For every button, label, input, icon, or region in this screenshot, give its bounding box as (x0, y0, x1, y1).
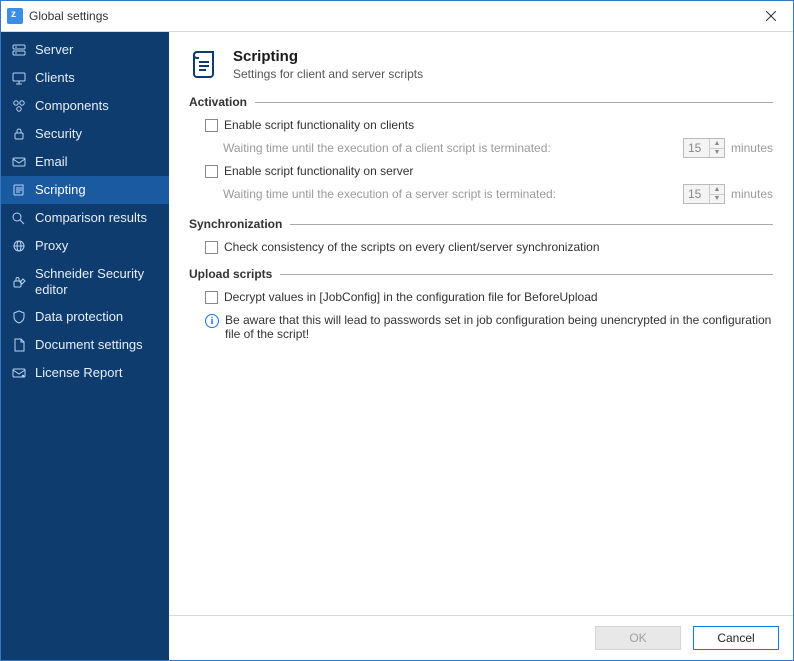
group-header-synchronization: Synchronization (189, 217, 773, 231)
sidebar-item-label: Schneider Security editor (35, 266, 159, 297)
shield-icon (11, 309, 27, 325)
spinner-down-icon[interactable]: ▼ (710, 149, 724, 158)
close-icon (766, 11, 776, 21)
button-label: OK (629, 631, 646, 645)
spinner-client-wait-time[interactable]: 15 ▲ ▼ (683, 138, 725, 158)
sidebar-item-email[interactable]: Email (1, 148, 169, 176)
checkbox-check-consistency[interactable] (205, 241, 218, 254)
row-check-consistency: Check consistency of the scripts on ever… (189, 237, 773, 257)
lock-edit-icon (11, 274, 27, 290)
sidebar-item-label: License Report (35, 365, 159, 381)
checkbox-label: Enable script functionality on clients (224, 118, 414, 132)
titlebar: Global settings (1, 1, 793, 32)
sidebar-item-clients[interactable]: Clients (1, 64, 169, 92)
units-label: minutes (731, 187, 773, 201)
sidebar-item-components[interactable]: Components (1, 92, 169, 120)
sidebar-item-label: Clients (35, 70, 159, 86)
group-label: Synchronization (189, 217, 282, 231)
checkbox-label: Decrypt values in [JobConfig] in the con… (224, 290, 598, 304)
sidebar-item-server[interactable]: Server (1, 36, 169, 64)
group-divider (280, 274, 773, 275)
page-title: Scripting (233, 48, 423, 65)
group-label: Activation (189, 95, 247, 109)
info-icon: i (205, 314, 219, 328)
spinner-up-icon[interactable]: ▲ (710, 185, 724, 195)
close-button[interactable] (749, 1, 793, 31)
spinner-down-icon[interactable]: ▼ (710, 195, 724, 204)
content-area: Scripting Settings for client and server… (169, 32, 793, 615)
wait-label: Waiting time until the execution of a se… (223, 187, 556, 201)
sidebar-item-proxy[interactable]: Proxy (1, 232, 169, 260)
row-decrypt-values: Decrypt values in [JobConfig] in the con… (189, 287, 773, 307)
compare-icon (11, 210, 27, 226)
sidebar: Server Clients Components Security (1, 32, 169, 660)
page-header: Scripting Settings for client and server… (189, 48, 773, 81)
group-label: Upload scripts (189, 267, 272, 281)
sidebar-item-label: Security (35, 126, 159, 142)
sidebar-item-label: Data protection (35, 309, 159, 325)
scripting-page-icon (189, 48, 221, 80)
sidebar-item-label: Scripting (35, 182, 159, 198)
sidebar-item-label: Email (35, 154, 159, 170)
document-icon (11, 337, 27, 353)
row-enable-client-scripts: Enable script functionality on clients (189, 115, 773, 135)
row-server-wait-time: Waiting time until the execution of a se… (189, 181, 773, 207)
sidebar-item-security[interactable]: Security (1, 120, 169, 148)
app-icon (7, 8, 23, 24)
sidebar-item-document-settings[interactable]: Document settings (1, 331, 169, 359)
sidebar-item-scripting[interactable]: Scripting (1, 176, 169, 204)
script-icon (11, 182, 27, 198)
window-title: Global settings (29, 9, 108, 23)
wait-label: Waiting time until the execution of a cl… (223, 141, 551, 155)
sidebar-item-label: Comparison results (35, 210, 159, 226)
sidebar-item-label: Proxy (35, 238, 159, 254)
page-subtitle: Settings for client and server scripts (233, 67, 423, 81)
checkbox-enable-client-scripts[interactable] (205, 119, 218, 132)
group-header-activation: Activation (189, 95, 773, 109)
sidebar-item-license-report[interactable]: License Report (1, 359, 169, 387)
group-divider (255, 102, 773, 103)
mail-icon (11, 154, 27, 170)
spinner-server-wait-time[interactable]: 15 ▲ ▼ (683, 184, 725, 204)
monitor-icon (11, 70, 27, 86)
report-icon (11, 365, 27, 381)
sidebar-item-label: Components (35, 98, 159, 114)
global-settings-window: Global settings Server Clients (0, 0, 794, 661)
sidebar-item-label: Server (35, 42, 159, 58)
ok-button[interactable]: OK (595, 626, 681, 650)
row-client-wait-time: Waiting time until the execution of a cl… (189, 135, 773, 161)
main-panel: Scripting Settings for client and server… (169, 32, 793, 660)
sidebar-item-schneider-security-editor[interactable]: Schneider Security editor (1, 260, 169, 303)
sidebar-item-data-protection[interactable]: Data protection (1, 303, 169, 331)
info-message: Be aware that this will lead to password… (225, 313, 773, 341)
group-header-upload-scripts: Upload scripts (189, 267, 773, 281)
checkbox-enable-server-scripts[interactable] (205, 165, 218, 178)
spinner-up-icon[interactable]: ▲ (710, 139, 724, 149)
button-label: Cancel (717, 631, 754, 645)
cancel-button[interactable]: Cancel (693, 626, 779, 650)
components-icon (11, 98, 27, 114)
checkbox-label: Enable script functionality on server (224, 164, 413, 178)
row-enable-server-scripts: Enable script functionality on server (189, 161, 773, 181)
checkbox-decrypt-values[interactable] (205, 291, 218, 304)
sidebar-item-label: Document settings (35, 337, 159, 353)
sidebar-item-comparison-results[interactable]: Comparison results (1, 204, 169, 232)
spinner-value: 15 (684, 139, 709, 157)
server-icon (11, 42, 27, 58)
lock-icon (11, 126, 27, 142)
checkbox-label: Check consistency of the scripts on ever… (224, 240, 600, 254)
group-divider (290, 224, 773, 225)
units-label: minutes (731, 141, 773, 155)
spinner-value: 15 (684, 185, 709, 203)
globe-icon (11, 238, 27, 254)
dialog-footer: OK Cancel (169, 615, 793, 660)
info-row-decrypt-warning: i Be aware that this will lead to passwo… (189, 307, 773, 344)
